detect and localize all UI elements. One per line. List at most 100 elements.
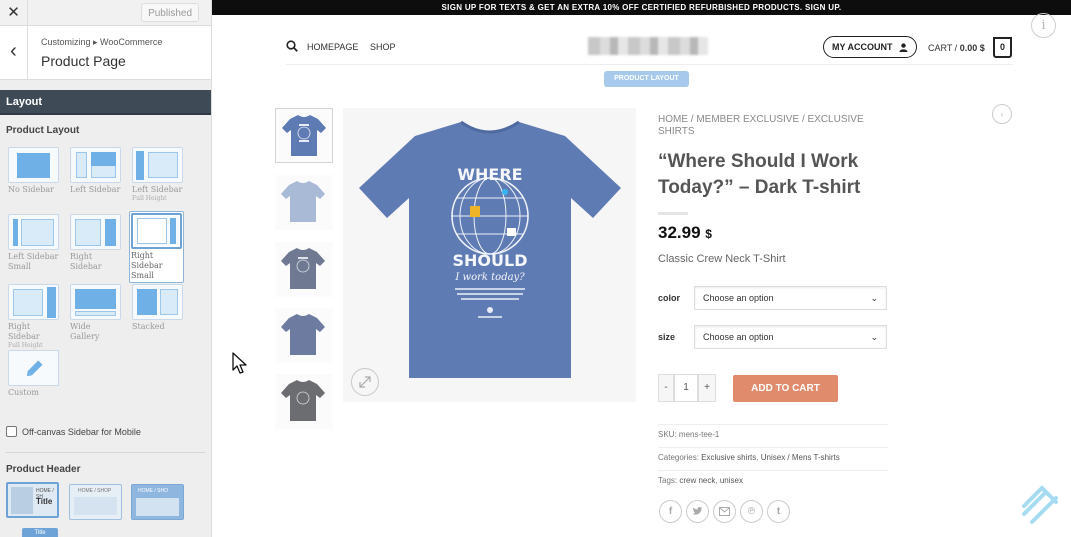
email-icon[interactable]: [713, 500, 736, 523]
site-header: HOMEPAGE SHOP MY ACCOUNT CART / 0.00 $ 0: [212, 32, 1071, 62]
tshirt-image: WHERE SHOULD I work today?: [359, 120, 621, 378]
add-to-cart-button[interactable]: ADD TO CART: [733, 375, 838, 402]
product-price: 32.99 $: [658, 223, 898, 243]
layout-option-left-sidebar-full-height[interactable]: Left Sidebar Full Height: [132, 147, 183, 202]
layout-thumb: [132, 147, 183, 183]
cart-link[interactable]: CART / 0.00 $: [928, 43, 985, 53]
back-arrow-icon[interactable]: ‹: [0, 26, 28, 80]
qty-input[interactable]: 1: [674, 374, 698, 402]
header-option-mini: HOME / SHO: [138, 488, 169, 494]
breadcrumb-member-exclusive[interactable]: MEMBER EXCLUSIVE: [696, 114, 799, 125]
layout-option-wide-gallery[interactable]: Wide Gallery: [70, 284, 121, 342]
nav-homepage[interactable]: HOMEPAGE: [307, 42, 358, 52]
nav-shop[interactable]: SHOP: [370, 42, 396, 52]
layout-thumb: [131, 213, 182, 249]
product-sku: SKU: mens-tee-1: [658, 424, 888, 439]
my-account-label: MY ACCOUNT: [832, 42, 893, 52]
category-link[interactable]: Unisex / Mens T-shirts: [761, 453, 840, 462]
breadcrumb-separator: /: [801, 114, 805, 125]
info-icon[interactable]: i: [1031, 13, 1056, 38]
categories-label: Categories:: [658, 453, 699, 462]
layout-thumb: [8, 214, 59, 250]
layout-caption: Right Sidebar Small: [131, 251, 163, 280]
layout-option-right-sidebar-small[interactable]: Right Sidebar Small: [129, 211, 184, 283]
product-title: “Where Should I Work Today?” – Dark T-sh…: [658, 151, 861, 198]
pencil-icon: [8, 350, 59, 386]
header-option-mini: HOME / SHOP: [78, 488, 112, 494]
gallery-thumb[interactable]: [275, 242, 333, 297]
next-product-icon[interactable]: ‹: [992, 104, 1012, 124]
header-option-3[interactable]: HOME / SHO: [131, 484, 184, 520]
offcanvas-sidebar-label: Off-canvas Sidebar for Mobile: [22, 426, 141, 437]
tag-link[interactable]: unisex: [720, 476, 743, 485]
layout-caption: Right Sidebar: [70, 252, 102, 271]
layout-caption: Stacked: [132, 322, 165, 331]
gallery-thumb[interactable]: [275, 175, 333, 230]
site-logo[interactable]: [588, 37, 708, 55]
select-value: Choose an option: [703, 332, 774, 342]
qty-plus-button[interactable]: +: [698, 374, 716, 402]
share-icons: f ℗ t: [659, 500, 790, 523]
customizer-topbar: ✕ Published: [0, 0, 211, 26]
close-icon[interactable]: ✕: [0, 0, 28, 26]
header-option-4[interactable]: Title: [22, 528, 58, 537]
offcanvas-sidebar-checkbox[interactable]: Off-canvas Sidebar for Mobile: [6, 426, 141, 437]
mouse-cursor-icon: [232, 352, 247, 374]
size-select[interactable]: Choose an option ⌄: [694, 325, 887, 349]
checkbox-box[interactable]: [6, 426, 17, 437]
layout-option-stacked[interactable]: Stacked: [132, 284, 183, 332]
short-description: Classic Crew Neck T-Shirt: [658, 253, 786, 265]
layout-caption: Wide Gallery: [70, 322, 100, 341]
tag-link[interactable]: crew neck: [679, 476, 715, 485]
variation-color: color Choose an option ⌄: [658, 286, 887, 310]
variation-label: color: [658, 293, 681, 303]
layout-caption: Left Sidebar Small: [8, 252, 59, 271]
search-icon[interactable]: [286, 40, 298, 52]
product-layout-label: Product Layout: [6, 125, 80, 136]
promo-bar[interactable]: SIGN UP FOR TEXTS & GET AN EXTRA 10% OFF…: [212, 0, 1071, 15]
breadcrumb-home[interactable]: HOME: [658, 114, 688, 125]
layout-option-left-sidebar[interactable]: Left Sidebar: [70, 147, 121, 195]
layout-option-right-sidebar-full-height[interactable]: Right Sidebar Full Height: [8, 284, 59, 349]
product-tags: Tags: crew neck, unisex: [658, 470, 888, 485]
my-account-button[interactable]: MY ACCOUNT: [823, 36, 917, 58]
store-preview: SIGN UP FOR TEXTS & GET AN EXTRA 10% OFF…: [212, 0, 1071, 537]
category-link[interactable]: Exclusive shirts: [701, 453, 756, 462]
facebook-icon[interactable]: f: [659, 500, 682, 523]
variation-label: size: [658, 332, 676, 342]
customizer-title: Product Page: [41, 53, 126, 69]
layout-thumb: [8, 147, 59, 183]
gallery-thumb[interactable]: [275, 374, 333, 429]
layout-option-custom[interactable]: Custom: [8, 350, 59, 398]
layout-option-no-sidebar[interactable]: No Sidebar: [8, 147, 59, 195]
layout-thumb: [8, 284, 59, 320]
layout-option-right-sidebar[interactable]: Right Sidebar: [70, 214, 121, 272]
color-select[interactable]: Choose an option ⌄: [694, 286, 887, 310]
customizer-header: ‹ Customizing ▸ WooCommerce Product Page: [0, 26, 211, 80]
published-button[interactable]: Published: [141, 3, 199, 22]
layout-thumb: [70, 147, 121, 183]
brand-watermark-icon: [1022, 485, 1058, 524]
layout-thumb: [132, 284, 183, 320]
section-title-layout: Layout: [0, 90, 211, 115]
price-value: 32.99: [658, 223, 701, 242]
header-option-1[interactable]: HOME / SH Title: [6, 482, 59, 518]
product-main-image[interactable]: WHERE SHOULD I work today?: [343, 108, 636, 402]
qty-minus-button[interactable]: -: [658, 374, 674, 402]
zoom-icon[interactable]: [351, 368, 379, 396]
product-layout-badge[interactable]: PRODUCT LAYOUT: [604, 71, 689, 87]
tumblr-icon[interactable]: t: [767, 500, 790, 523]
header-divider: [286, 64, 1013, 65]
layout-caption: Right Sidebar: [8, 322, 40, 341]
shirt-text-sub: I work today?: [454, 272, 525, 283]
gallery-thumb[interactable]: [275, 108, 333, 163]
pinterest-icon[interactable]: ℗: [740, 500, 763, 523]
header-option-2[interactable]: HOME / SHOP: [69, 484, 122, 520]
price-currency: $: [705, 227, 712, 241]
layout-option-left-sidebar-small[interactable]: Left Sidebar Small: [8, 214, 59, 272]
gallery-thumb[interactable]: [275, 308, 333, 363]
twitter-icon[interactable]: [686, 500, 709, 523]
layout-caption: Left Sidebar: [132, 185, 183, 194]
layout-thumb: [70, 284, 121, 320]
cart-count-icon[interactable]: 0: [993, 37, 1012, 58]
